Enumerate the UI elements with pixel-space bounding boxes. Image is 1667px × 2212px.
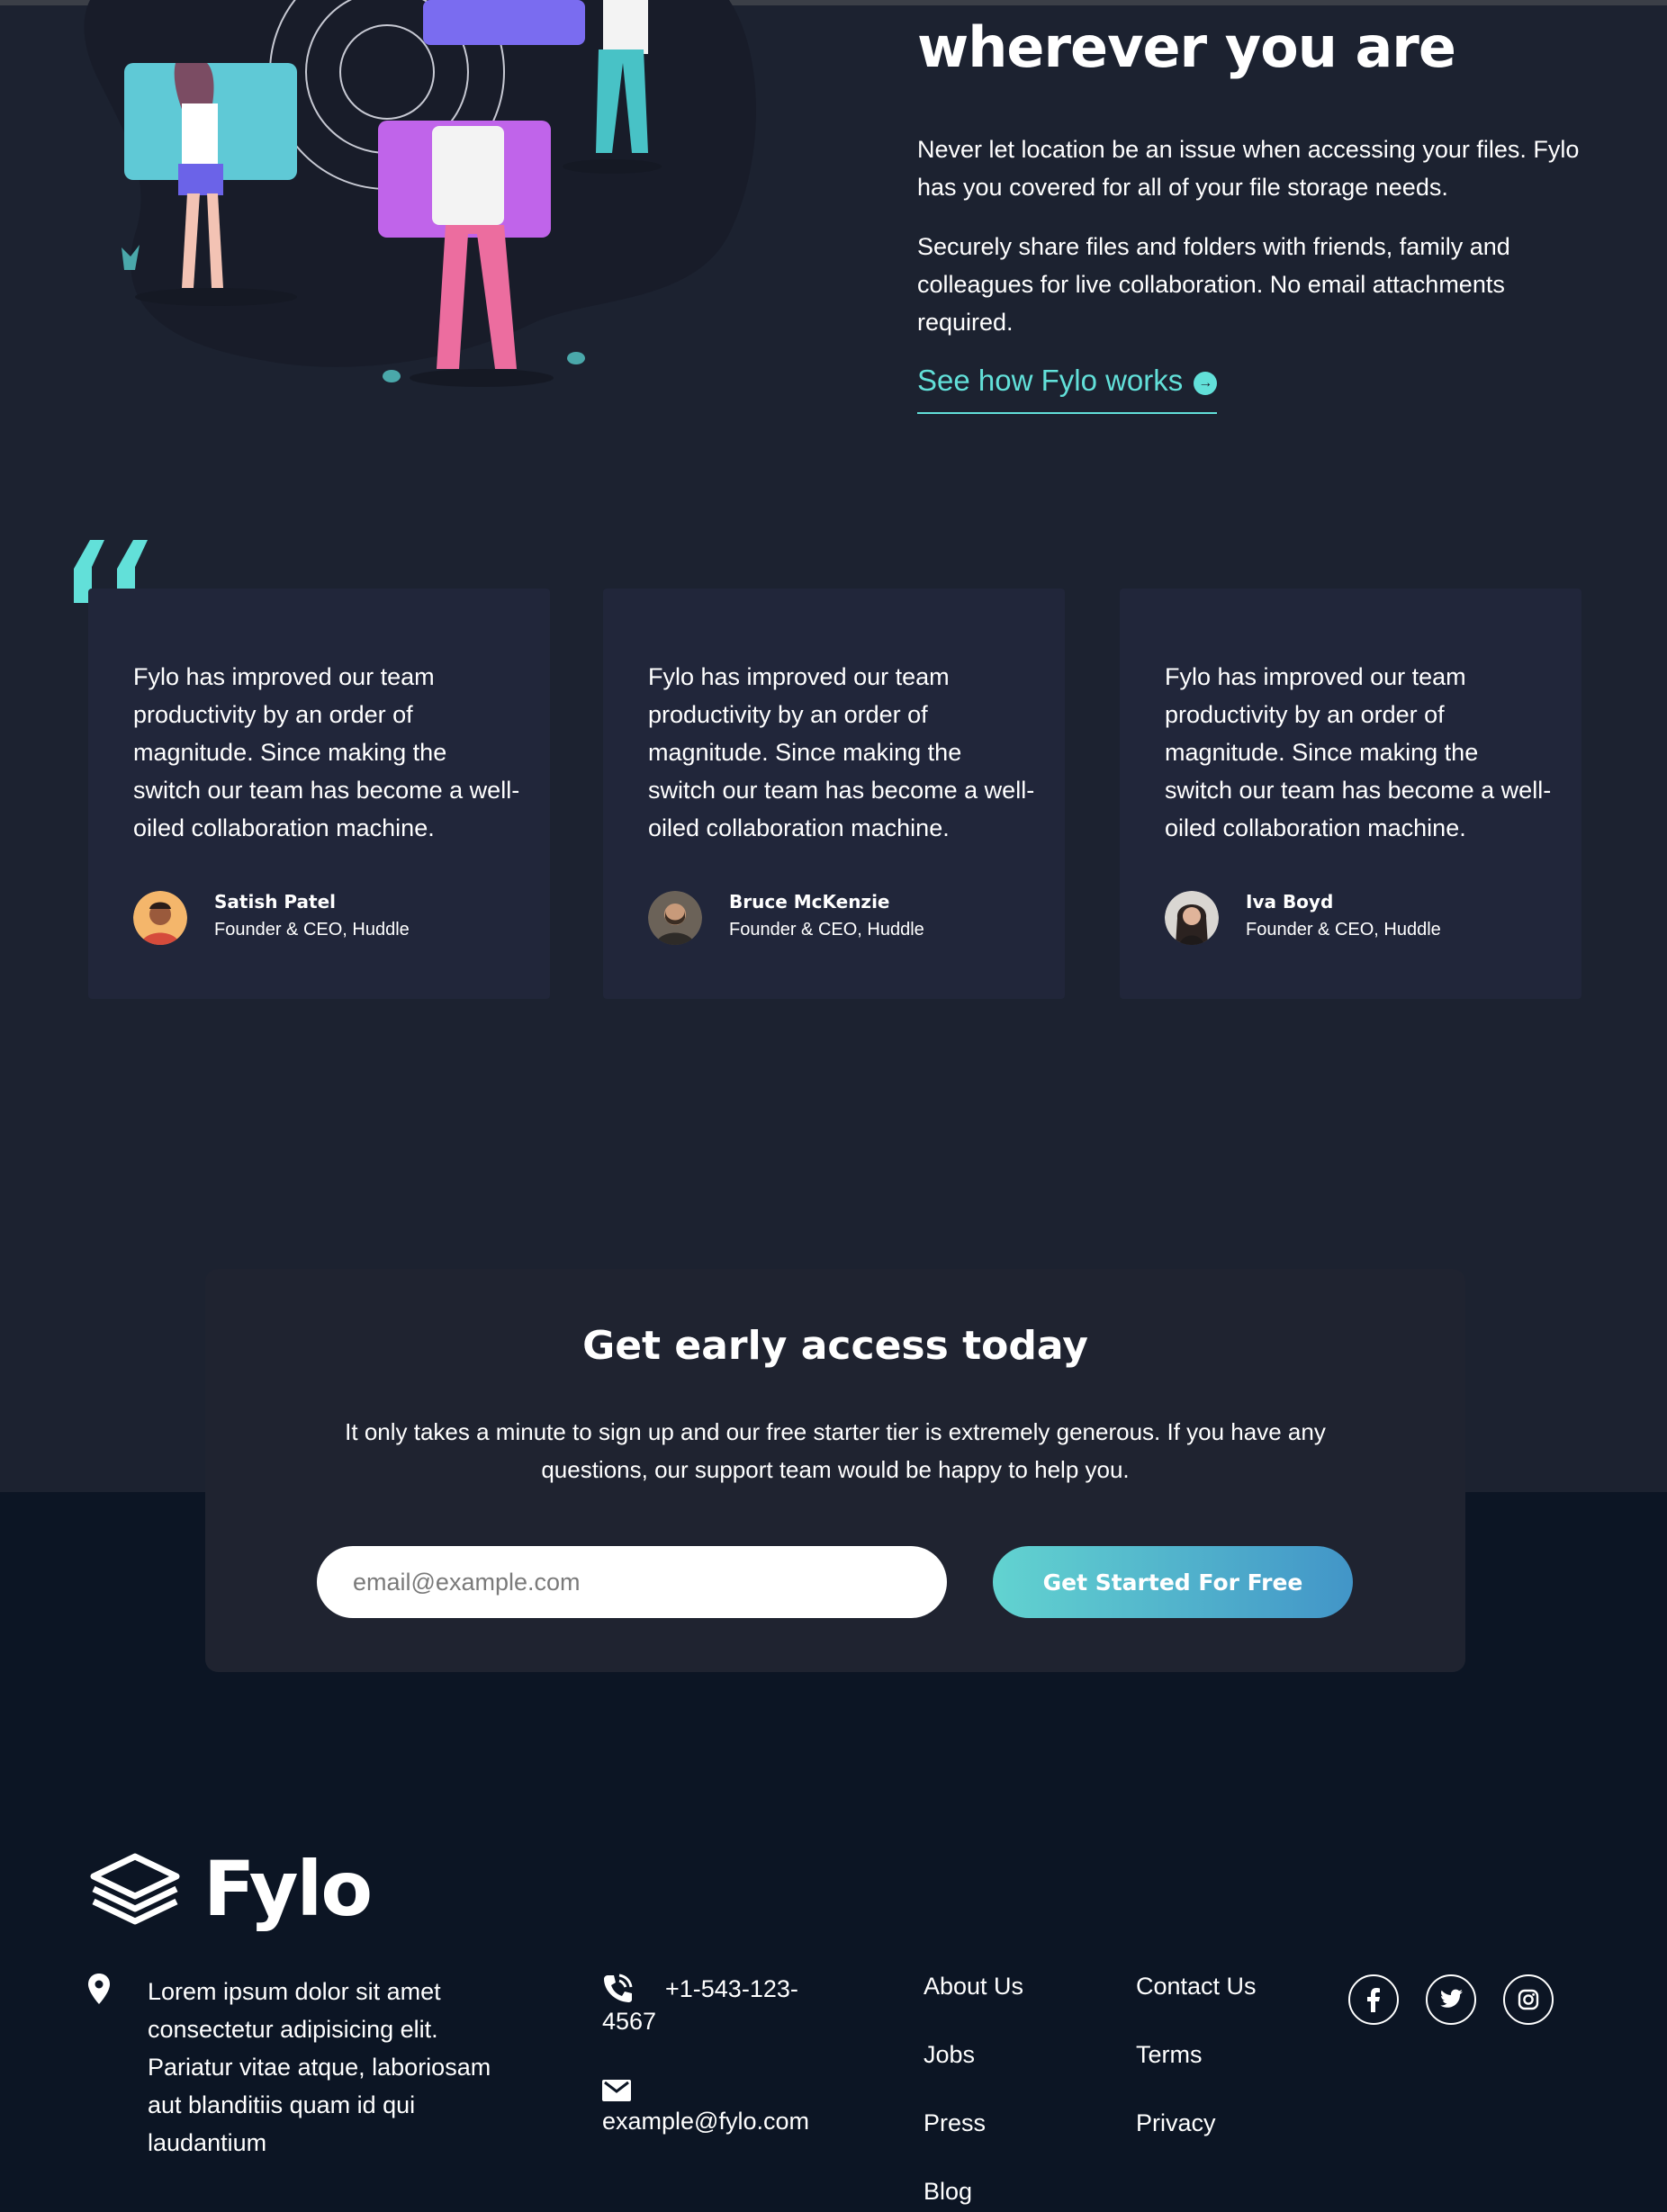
instagram-icon: [1518, 1989, 1539, 2010]
footer-link-terms[interactable]: Terms: [1136, 2041, 1257, 2109]
see-how-fylo-works-link[interactable]: See how Fylo works →: [917, 364, 1218, 414]
footer-link-press[interactable]: Press: [924, 2109, 1023, 2178]
footer-link-contact-us[interactable]: Contact Us: [1136, 1973, 1257, 2041]
instagram-link[interactable]: [1503, 1974, 1554, 2025]
twitter-icon: [1440, 1989, 1463, 2008]
fylo-logo-icon: [90, 1853, 180, 1925]
email-icon: [602, 2080, 631, 2101]
testimonial-quote: Fylo has improved our team productivity …: [1165, 663, 1552, 841]
get-started-button[interactable]: Get Started For Free: [993, 1546, 1353, 1618]
footer-logo[interactable]: Fylo: [88, 1845, 373, 1933]
testimonial-quote: Fylo has improved our team productivity …: [133, 663, 520, 841]
testimonial-role: Founder & CEO, Huddle: [214, 920, 410, 940]
avatar: [1165, 891, 1219, 945]
testimonial-card: Fylo has improved our team productivity …: [88, 589, 550, 999]
footer-email: example@fylo.com: [602, 2108, 809, 2135]
testimonial-name: Bruce McKenzie: [729, 891, 890, 913]
twitter-link[interactable]: [1426, 1974, 1476, 2025]
productive-paragraph-1: Never let location be an issue when acce…: [917, 136, 1580, 201]
avatar: [133, 891, 187, 945]
avatar: [648, 891, 702, 945]
productive-illustration: [84, 0, 756, 387]
footer-links-column-1: About Us Jobs Press Blog: [924, 1973, 1023, 2212]
logo-text: Fylo: [203, 1845, 373, 1933]
social-links: [1348, 1974, 1554, 2025]
footer-link-privacy[interactable]: Privacy: [1136, 2109, 1257, 2178]
footer-address: Lorem ipsum dolor sit amet consectetur a…: [148, 1978, 491, 2156]
productive-heading: wherever you are: [917, 14, 1456, 80]
facebook-link[interactable]: [1348, 1974, 1399, 2025]
early-access-title: Get early access today: [582, 1323, 1088, 1369]
see-how-link-label: See how Fylo works: [917, 364, 1184, 397]
arrow-right-icon: →: [1194, 372, 1218, 395]
footer-phone: +1-543-123-4567: [602, 1975, 798, 2035]
footer-link-jobs[interactable]: Jobs: [924, 2041, 1023, 2109]
footer-link-blog[interactable]: Blog: [924, 2178, 1023, 2212]
testimonial-role: Founder & CEO, Huddle: [729, 920, 924, 940]
facebook-icon: [1367, 1988, 1380, 2012]
testimonial-name: Satish Patel: [214, 891, 337, 913]
productive-paragraph-2: Securely share files and folders with fr…: [917, 233, 1510, 336]
email-input[interactable]: [317, 1546, 947, 1618]
footer-links-column-2: Contact Us Terms Privacy: [1136, 1973, 1257, 2178]
location-pin-icon: [88, 1974, 110, 2004]
early-access-card: Get early access today It only takes a m…: [205, 1269, 1465, 1672]
testimonial-card: Fylo has improved our team productivity …: [1120, 589, 1581, 999]
testimonial-card: Fylo has improved our team productivity …: [603, 589, 1065, 999]
testimonial-role: Founder & CEO, Huddle: [1246, 920, 1441, 940]
testimonial-quote: Fylo has improved our team productivity …: [648, 663, 1035, 841]
early-access-description: It only takes a minute to sign up and ou…: [345, 1418, 1326, 1483]
testimonial-name: Iva Boyd: [1246, 891, 1334, 913]
footer-link-about-us[interactable]: About Us: [924, 1973, 1023, 2041]
